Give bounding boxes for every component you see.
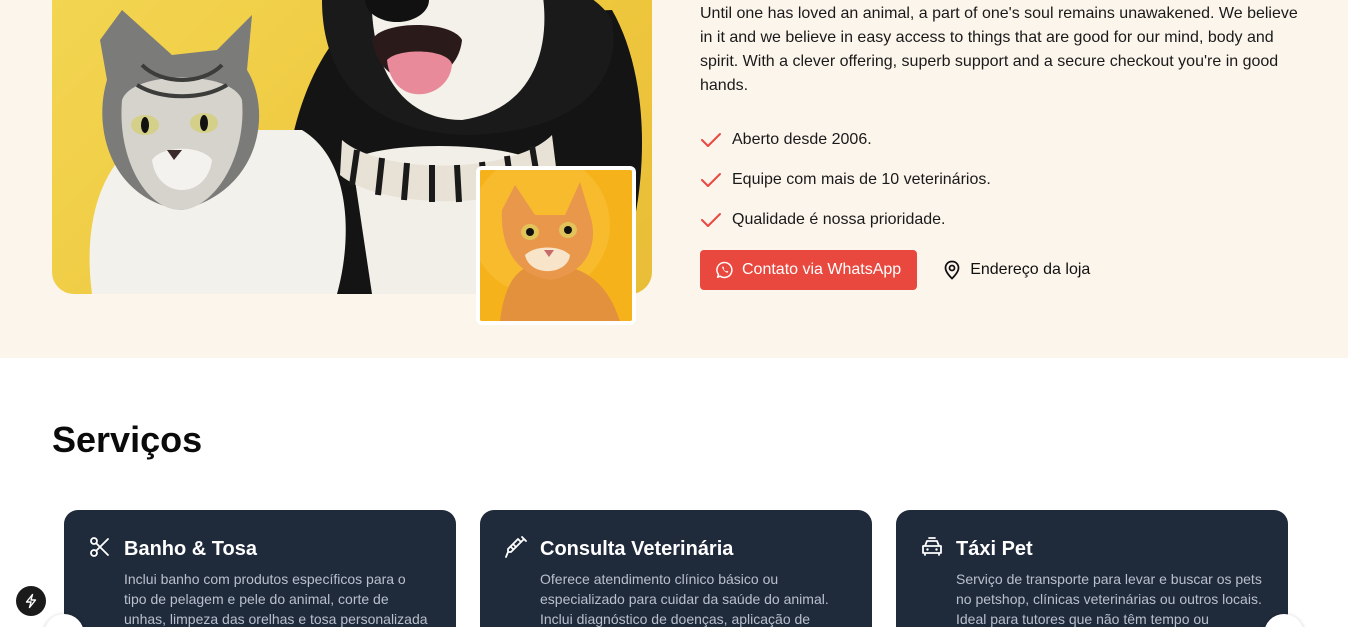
about-content: Until one has loved an animal, a part of… <box>700 2 1300 290</box>
card-header: Banho & Tosa <box>88 536 432 561</box>
lightning-bolt-icon <box>25 593 37 609</box>
feature-item: Aberto desde 2006. <box>700 120 1300 160</box>
store-link-label: Endereço da loja <box>970 261 1091 278</box>
card-title: Táxi Pet <box>956 538 1033 560</box>
about-paragraph: Until one has loved an animal, a part of… <box>700 5 1298 94</box>
card-title: Banho & Tosa <box>124 538 257 560</box>
map-pin-icon <box>944 260 960 280</box>
taxi-icon <box>922 536 942 556</box>
card-description: Oferece atendimento clínico básico ou es… <box>540 571 829 627</box>
check-icon <box>701 213 721 227</box>
about-section: Until one has loved an animal, a part of… <box>0 0 1348 358</box>
whatsapp-button-label: Contato via WhatsApp <box>742 261 902 278</box>
orange-cat-illustration <box>480 170 632 321</box>
syringe-icon <box>505 535 527 558</box>
feature-label: Equipe com mais de 10 veterinários. <box>732 171 991 188</box>
feature-label: Qualidade é nossa prioridade. <box>732 211 946 228</box>
services-heading: Serviços <box>52 419 203 460</box>
service-card-banho-tosa[interactable]: Banho & Tosa Inclui banho com produtos e… <box>64 510 456 627</box>
service-card-consulta[interactable]: Consulta Veterinária Oferece atendimento… <box>480 510 872 627</box>
card-title: Consulta Veterinária <box>540 538 734 560</box>
whatsapp-icon <box>716 261 733 279</box>
cta-row: Contato via WhatsApp Endereço da loja <box>700 250 1300 290</box>
feature-list: Aberto desde 2006. Equipe com mais de 10… <box>700 120 1300 240</box>
feature-item: Equipe com mais de 10 veterinários. <box>700 160 1300 200</box>
whatsapp-contact-button[interactable]: Contato via WhatsApp <box>700 250 918 290</box>
store-address-link[interactable]: Endereço da loja <box>943 260 1090 280</box>
check-icon <box>701 133 721 147</box>
check-icon <box>701 173 721 187</box>
cat-thumbnail-photo <box>476 166 636 325</box>
card-description: Serviço de transporte para levar e busca… <box>956 571 1262 627</box>
card-header: Táxi Pet <box>920 536 1264 561</box>
card-header: Consulta Veterinária <box>504 535 848 561</box>
bolt-badge-button[interactable] <box>16 586 46 616</box>
card-description: Inclui banho com produtos específicos pa… <box>124 571 428 627</box>
feature-label: Aberto desde 2006. <box>732 131 872 148</box>
scissors-icon <box>90 536 109 557</box>
service-card-taxi-pet[interactable]: Táxi Pet Serviço de transporte para leva… <box>896 510 1288 627</box>
feature-item: Qualidade é nossa prioridade. <box>700 200 1300 240</box>
